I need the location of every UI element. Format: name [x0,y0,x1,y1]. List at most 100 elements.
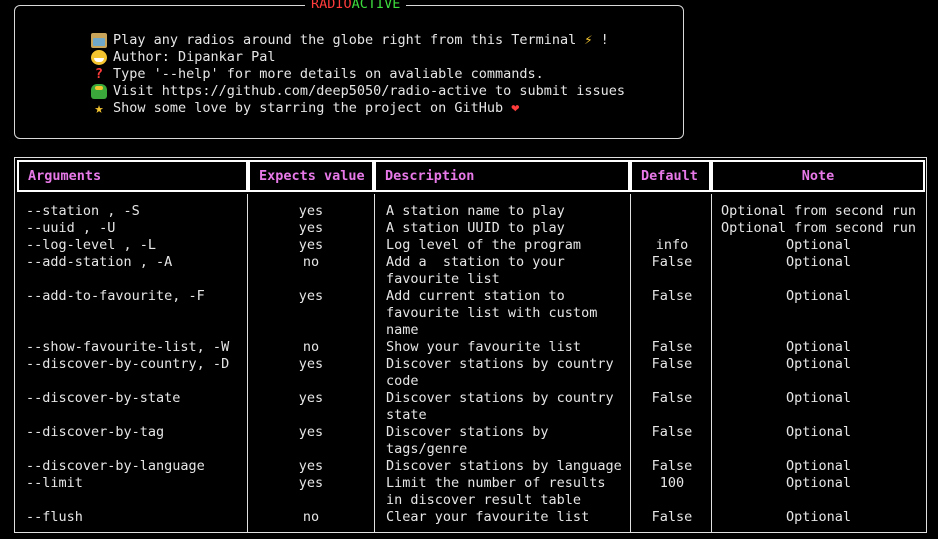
radio-icon [91,33,107,48]
banner-line-text: Play any radios around the globe right f… [113,32,585,48]
banner-line-star: ★ Show some love by starring the project … [91,100,625,117]
cell-expects-value: yes [298,237,324,253]
cell-description: Discover stations by country state [386,390,614,423]
cell-note: Optional [785,458,852,474]
cell-description: Clear your favourite list [386,509,590,525]
cell-default: False [651,390,693,406]
cell-note: Optional [785,237,852,253]
cell-default: False [651,356,693,372]
cell-note: Optional [785,356,852,372]
banner-line-text: Visit https://github.com/deep5050/radio-… [113,83,626,99]
app-title-radio: RADIO [311,0,352,12]
cell-note: Optional [785,390,852,406]
banner-line-text: Type '--help' for more details on avalia… [113,66,544,82]
cell-note: Optional [785,254,852,270]
cell-default: False [651,339,693,355]
cell-argument: --log-level , -L [26,237,157,253]
cell-argument: --discover-by-state [26,390,181,406]
cell-note: Optional [785,475,852,491]
table-row: --show-favourite-list, -W no Show your f… [15,339,926,356]
table-row: --limit yes Limit the number of results … [15,475,926,509]
bug-icon [91,84,107,99]
table-row: --add-to-favourite, -F yes Add current s… [15,288,926,339]
cell-expects-value: no [302,254,320,270]
cell-expects-value: yes [298,424,324,440]
banner-line-text: Author: Dipankar Pal [113,49,276,65]
table-row: --uuid , -U yes A station UUID to play O… [15,220,926,237]
header-note: Note [711,160,925,192]
banner-line-issues: Visit https://github.com/deep5050/radio-… [91,83,625,100]
welcome-banner: RADIOACTIVE Play any radios around the g… [14,0,684,139]
cell-expects-value: yes [298,356,324,372]
cell-expects-value: yes [298,458,324,474]
cell-argument: --flush [26,509,83,525]
cell-expects-value: yes [298,203,324,219]
banner-line-author: Author: Dipankar Pal [91,49,625,66]
cell-default: False [651,509,693,525]
banner-line-tail: ! [592,32,609,48]
cell-argument: --uuid , -U [26,220,116,236]
cell-description: Discover stations by tags/genre [386,424,549,457]
heart-icon: ❤ [511,100,520,116]
help-table: Arguments Expects value Description Defa… [14,157,927,533]
app-title: RADIOACTIVE [305,0,407,13]
cell-description: Discover stations by language [386,458,622,474]
cell-default: info [655,237,689,253]
banner-lines: Play any radios around the globe right f… [91,32,625,117]
cell-description: A station UUID to play [386,220,565,236]
cell-description: Add a station to your favourite list [386,254,565,287]
table-header-row: Arguments Expects value Description Defa… [15,158,926,194]
cell-default: False [651,288,693,304]
cell-note: Optional [785,288,852,304]
table-row: --discover-by-country, -D yes Discover s… [15,356,926,390]
cell-description: Limit the number of results in discover … [386,475,606,508]
table-row: --station , -S yes A station name to pla… [15,203,926,220]
cell-description: A station name to play [386,203,565,219]
banner-line-help: ? Type '--help' for more details on avali… [91,66,625,83]
cell-note: Optional from second run [720,220,917,236]
cell-argument: --limit [26,475,83,491]
app-title-active: ACTIVE [351,0,401,12]
cell-argument: --add-to-favourite, -F [26,288,205,304]
cell-default: False [651,424,693,440]
cell-note: Optional [785,424,852,440]
table-row: --flush no Clear your favourite list Fal… [15,509,926,526]
header-arguments: Arguments [17,160,248,192]
cell-description: Show your favourite list [386,339,582,355]
question-mark-icon: ? [94,66,104,82]
cell-note: Optional [785,509,852,525]
table-row: --log-level , -L yes Log level of the pr… [15,237,926,254]
table-row: --discover-by-language yes Discover stat… [15,458,926,475]
table-row: --add-station , -A no Add a station to y… [15,254,926,288]
cell-default: False [651,458,693,474]
star-icon: ★ [94,99,104,117]
cell-argument: --discover-by-language [26,458,205,474]
grinning-face-icon [91,50,107,65]
cell-expects-value: yes [298,220,324,236]
cell-default: False [651,254,693,270]
banner-line-text: Show some love by starring the project o… [113,100,512,116]
cell-expects-value: yes [298,390,324,406]
cell-description: Add current station to favourite list wi… [386,288,598,338]
header-expects-value: Expects value [248,160,374,192]
table-body: --station , -S yes A station name to pla… [15,203,926,526]
cell-argument: --station , -S [26,203,140,219]
cell-default: 100 [659,475,685,491]
table-row: --discover-by-tag yes Discover stations … [15,424,926,458]
cell-expects-value: yes [298,288,324,304]
header-description: Description [374,160,630,192]
cell-expects-value: no [302,339,320,355]
cell-argument: --discover-by-country, -D [26,356,230,372]
header-default: Default [630,160,711,192]
cell-description: Discover stations by country code [386,356,614,389]
cell-argument: --add-station , -A [26,254,173,270]
cell-note: Optional [785,339,852,355]
cell-expects-value: yes [298,475,324,491]
cell-expects-value: no [302,509,320,525]
cell-description: Log level of the program [386,237,582,253]
cell-argument: --show-favourite-list, -W [26,339,230,355]
banner-line-play: Play any radios around the globe right f… [91,32,625,49]
cell-argument: --discover-by-tag [26,424,165,440]
lightning-icon: ⚡ [584,32,593,48]
cell-note: Optional from second run [720,203,917,219]
